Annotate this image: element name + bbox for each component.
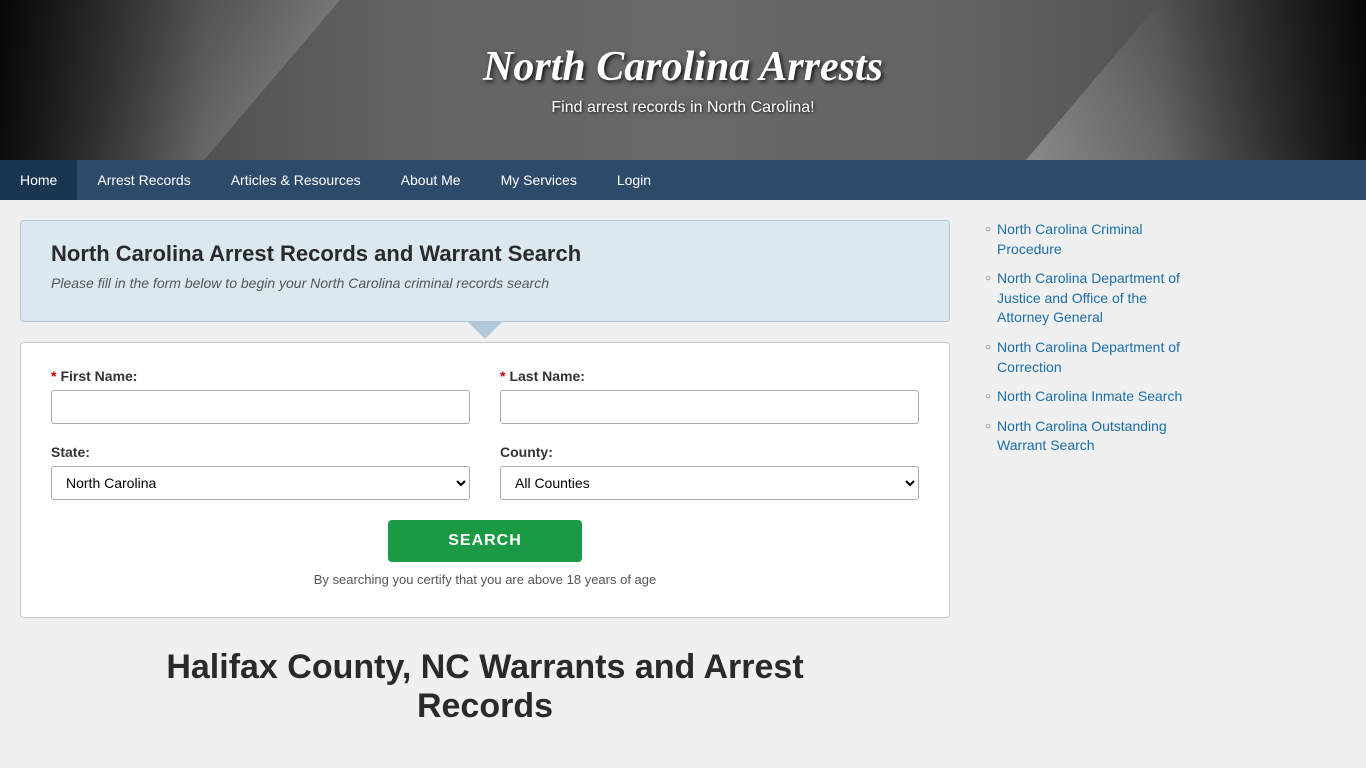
last-name-input[interactable] (500, 390, 919, 424)
nav-articles[interactable]: Articles & Resources (211, 160, 381, 200)
search-box-subtitle: Please fill in the form below to begin y… (51, 275, 919, 291)
sidebar-link-4[interactable]: ○ North Carolina Outstanding Warrant Sea… (985, 417, 1195, 456)
site-subtitle: Find arrest records in North Carolina! (551, 99, 814, 117)
search-box-title: North Carolina Arrest Records and Warran… (51, 241, 919, 267)
sidebar-link-0[interactable]: ○ North Carolina Criminal Procedure (985, 220, 1195, 259)
sidebar: ○ North Carolina Criminal Procedure ○ No… (970, 200, 1210, 746)
page-heading: Halifax County, NC Warrants and Arrest R… (20, 648, 950, 726)
state-select[interactable]: North Carolina (51, 466, 470, 500)
main-nav: Home Arrest Records Articles & Resources… (0, 160, 1366, 200)
nav-services[interactable]: My Services (481, 160, 597, 200)
first-name-label: *First Name: (51, 368, 470, 384)
last-name-label: *Last Name: (500, 368, 919, 384)
county-select[interactable]: All Counties (500, 466, 919, 500)
bullet-3: ○ (985, 390, 991, 404)
county-label: County: (500, 444, 919, 460)
state-label: State: (51, 444, 470, 460)
first-name-group: *First Name: (51, 368, 470, 424)
site-title: North Carolina Arrests (483, 43, 883, 91)
sidebar-link-3[interactable]: ○ North Carolina Inmate Search (985, 387, 1195, 407)
bullet-2: ○ (985, 341, 991, 355)
last-name-required: * (500, 368, 505, 384)
bullet-0: ○ (985, 223, 991, 237)
site-header: North Carolina Arrests Find arrest recor… (0, 0, 1366, 160)
sidebar-link-2[interactable]: ○ North Carolina Department of Correctio… (985, 338, 1195, 377)
first-name-input[interactable] (51, 390, 470, 424)
search-header-box: North Carolina Arrest Records and Warran… (20, 220, 950, 322)
name-row: *First Name: *Last Name: (51, 368, 919, 424)
search-button[interactable]: SEARCH (388, 520, 582, 562)
nav-home[interactable]: Home (0, 160, 77, 200)
main-layout: North Carolina Arrest Records and Warran… (0, 200, 1366, 746)
bullet-4: ○ (985, 420, 991, 434)
sidebar-link-1[interactable]: ○ North Carolina Department of Justice a… (985, 269, 1195, 328)
county-group: County: All Counties (500, 444, 919, 500)
search-disclaimer: By searching you certify that you are ab… (51, 572, 919, 587)
search-form-container: *First Name: *Last Name: State: North Ca… (20, 342, 950, 618)
nav-arrest-records[interactable]: Arrest Records (77, 160, 210, 200)
page-title: Halifax County, NC Warrants and Arrest R… (20, 648, 950, 726)
bullet-1: ○ (985, 272, 991, 286)
location-row: State: North Carolina County: All Counti… (51, 444, 919, 500)
content-area: North Carolina Arrest Records and Warran… (0, 200, 970, 746)
nav-login[interactable]: Login (597, 160, 671, 200)
state-group: State: North Carolina (51, 444, 470, 500)
nav-about[interactable]: About Me (381, 160, 481, 200)
first-name-required: * (51, 368, 56, 384)
last-name-group: *Last Name: (500, 368, 919, 424)
